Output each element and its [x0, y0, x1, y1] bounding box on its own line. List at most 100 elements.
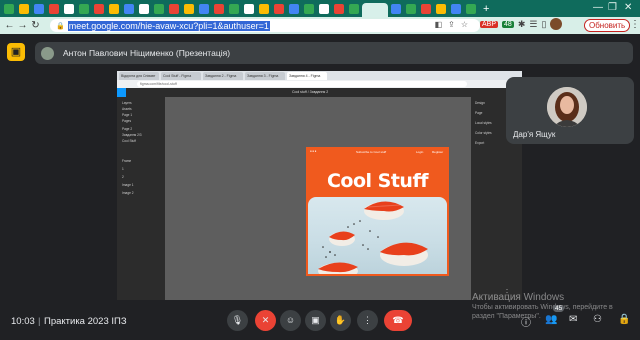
browser-tab[interactable]	[49, 3, 59, 14]
camera-off-button[interactable]: ✕	[255, 310, 276, 331]
browser-tab[interactable]	[436, 3, 446, 14]
chat-icon[interactable]: ✉	[569, 314, 577, 325]
shared-address-bar: figma.com/file/cool-stuff	[137, 81, 467, 87]
participant-avatar	[547, 87, 587, 127]
shared-tab: Завдання 3 - Figma	[245, 72, 285, 80]
figma-toolbar: Cool stuff / Завдання 2	[117, 88, 522, 97]
browser-tab[interactable]	[64, 3, 74, 14]
browser-tab[interactable]	[229, 3, 239, 14]
raise-hand-button[interactable]: ✋	[330, 310, 351, 331]
browser-tab[interactable]	[214, 3, 224, 14]
profile-avatar[interactable]	[550, 18, 563, 30]
host-controls-icon[interactable]: 🔒	[618, 314, 630, 325]
figma-design-item: Page	[475, 111, 483, 115]
participant-photo	[547, 87, 587, 127]
sushi-illustration	[318, 201, 428, 274]
figma-canvas: ●●● Subscribe to Cool stuff Login Regist…	[165, 97, 471, 300]
shared-address-row: figma.com/file/cool-stuff	[117, 80, 522, 88]
browser-tab[interactable]	[169, 3, 179, 14]
artboard-nav-link: Subscribe to Cool stuff	[356, 149, 387, 154]
extension-area: ABP 48 ✱ ☰ ▯	[480, 18, 563, 30]
activities-icon[interactable]: ⚇	[593, 314, 602, 325]
shared-tab: Cool Stuff - Figma	[161, 72, 201, 80]
browser-tab[interactable]	[109, 3, 119, 14]
more-options-button[interactable]: ⋮	[357, 310, 378, 331]
people-icon[interactable]: 👥	[545, 314, 557, 325]
figma-layer-item: 2	[122, 175, 124, 179]
figma-layer-item: Assets	[122, 107, 132, 111]
url-text[interactable]: meet.google.com/hie-avaw-xcu?pli=1&authu…	[67, 20, 270, 31]
browser-tab[interactable]	[139, 3, 149, 14]
activation-title: Активация Windows	[472, 292, 565, 303]
browser-tab[interactable]	[421, 3, 431, 14]
chrome-menu-icon[interactable]: ⋮	[630, 19, 640, 30]
figma-layer-item: Page 2	[122, 127, 133, 131]
browser-tab[interactable]	[274, 3, 284, 14]
browser-tab[interactable]	[451, 3, 461, 14]
sushi-photo	[308, 197, 447, 274]
browser-tab[interactable]	[124, 3, 134, 14]
figma-layer-item: Завдання 2/3	[122, 133, 142, 137]
back-icon[interactable]: ←	[3, 20, 16, 31]
maximize-icon[interactable]: ❐	[608, 2, 617, 13]
browser-tab-active[interactable]	[362, 3, 388, 17]
participant-name: Дар'я Ящук	[513, 130, 556, 139]
shared-tab: Відкрита для Співавт	[119, 72, 159, 80]
minimize-icon[interactable]: —	[593, 2, 603, 13]
close-window-icon[interactable]: ✕	[624, 2, 632, 13]
browser-tab[interactable]	[79, 3, 89, 14]
browser-tab[interactable]	[349, 3, 359, 14]
forward-icon[interactable]: →	[16, 20, 29, 31]
browser-tab[interactable]	[406, 3, 416, 14]
clock: 10:03	[11, 316, 35, 327]
figma-design-item: Color styles	[475, 131, 492, 135]
shared-tab-strip: Відкрита для Співавт Cool Stuff - Figma …	[117, 71, 522, 80]
browser-tab[interactable]	[199, 3, 209, 14]
green-extension-icon[interactable]: 48	[502, 20, 514, 28]
reading-list-icon[interactable]: ☰	[529, 19, 537, 30]
omnibox-actions[interactable]: ◧⇪☆	[435, 20, 474, 29]
figma-layer-item: Cool Stuff	[122, 139, 136, 143]
presenter-avatar	[41, 46, 54, 60]
browser-tab-strip: +	[0, 0, 640, 17]
browser-tab[interactable]	[244, 3, 254, 14]
browser-tab[interactable]	[19, 3, 29, 14]
browser-tab[interactable]	[4, 3, 14, 14]
info-icon[interactable]: ⓘ	[521, 314, 531, 329]
reload-icon[interactable]: ↻	[29, 20, 42, 31]
artboard-title: Cool Stuff	[326, 170, 429, 192]
browser-tab[interactable]	[184, 3, 194, 14]
adblock-extension-icon[interactable]: ABP	[480, 20, 499, 28]
microphone-button[interactable]: 🎙	[227, 310, 248, 331]
browser-tab[interactable]	[259, 3, 269, 14]
shared-tab: Завдання 2 - Figma	[203, 72, 243, 80]
sidepanel-icon[interactable]: ▯	[541, 19, 546, 30]
browser-tab[interactable]	[466, 3, 476, 14]
leave-call-button[interactable]: ☎	[384, 310, 412, 331]
artboard-register: Register	[432, 149, 444, 154]
browser-tab[interactable]	[391, 3, 401, 14]
shared-tab-active: Завдання 4 - Figma	[287, 72, 327, 80]
update-button[interactable]: Обновить	[584, 19, 631, 32]
new-tab-icon[interactable]: +	[483, 3, 489, 15]
browser-tab[interactable]	[289, 3, 299, 14]
puzzle-extensions-icon[interactable]: ✱	[518, 19, 526, 30]
figma-file-title: Cool stuff / Завдання 2	[292, 90, 329, 94]
browser-tab[interactable]	[34, 3, 44, 14]
figma-layers-panel: Layers Assets Page 1 Pages Page 2 Завдання 2/…	[117, 97, 165, 300]
figma-layer-item: 1	[122, 167, 124, 171]
browser-tab[interactable]	[154, 3, 164, 14]
figma-layer-item: Page 1	[122, 113, 133, 117]
figma-menu-icon	[117, 88, 126, 97]
participant-tile[interactable]: Дар'я Ящук	[506, 77, 634, 144]
browser-tab[interactable]	[304, 3, 314, 14]
browser-tab[interactable]	[94, 3, 104, 14]
emoji-button[interactable]: ☺	[280, 310, 301, 331]
activation-line1: Чтобы активировать Windows, перейдите в	[472, 304, 613, 311]
cool-stuff-artboard: ●●● Subscribe to Cool stuff Login Regist…	[306, 147, 449, 276]
browser-tab[interactable]	[319, 3, 329, 14]
figma-design-item: Design	[475, 101, 485, 105]
browser-tab[interactable]	[334, 3, 344, 14]
present-button[interactable]: ▣	[305, 310, 326, 331]
address-bar[interactable]: 🔒 meet.google.com/hie-avaw-xcu?pli=1&aut…	[50, 19, 480, 32]
